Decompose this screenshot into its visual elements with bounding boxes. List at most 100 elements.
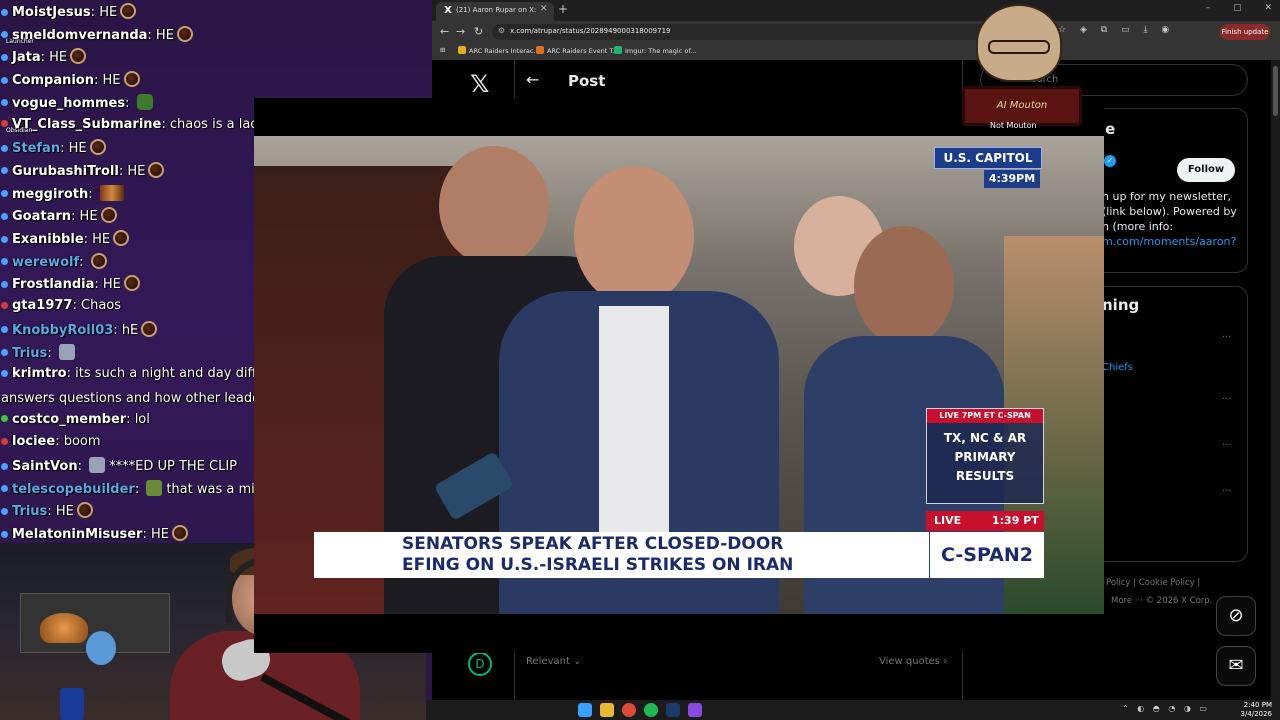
- clock[interactable]: 2:40 PM 3/4/2026: [1241, 701, 1272, 719]
- grok-icon[interactable]: ⊘: [1216, 596, 1256, 636]
- chat-username[interactable]: meggiroth: [12, 187, 88, 202]
- bio-line-3: n (more info:: [1102, 220, 1174, 233]
- tray-icon[interactable]: ◓: [1153, 704, 1160, 713]
- chat-username[interactable]: Jata: [12, 50, 41, 65]
- live-time: 1:39 PT: [992, 514, 1039, 527]
- relevant-sort-dropdown[interactable]: Relevant ⌄: [526, 656, 581, 667]
- chat-separator: :: [77, 459, 87, 474]
- puzzle-icon[interactable]: ⧉: [1101, 25, 1107, 35]
- bookmark-3[interactable]: Imgur: The magic of...: [614, 46, 696, 55]
- x-logo-icon[interactable]: 𝕏: [470, 70, 489, 98]
- close-tab-icon[interactable]: ✕: [540, 4, 548, 14]
- chat-username[interactable]: gta1977: [12, 298, 72, 313]
- chat-username[interactable]: Stefan: [12, 141, 60, 156]
- trend-more-icon[interactable]: ···: [1222, 440, 1232, 451]
- bio-line-1: n up for my newsletter,: [1102, 190, 1231, 203]
- trend-more-icon[interactable]: ···: [1222, 394, 1232, 405]
- profile-icon[interactable]: ◉: [1161, 25, 1169, 35]
- chat-username[interactable]: GurubashiTroll: [12, 164, 119, 179]
- tab-title: (21) Aaron Rupar on X: "RA: [456, 6, 536, 14]
- chat-username[interactable]: Companion: [12, 73, 94, 88]
- volume-icon[interactable]: ◑: [1184, 704, 1191, 713]
- file-explorer-icon[interactable]: [600, 703, 614, 717]
- minimize-button[interactable]: –: [1206, 3, 1211, 13]
- desktop-icon-obsidian-label[interactable]: Obsidian: [6, 127, 32, 134]
- chrome-icon[interactable]: [622, 703, 636, 717]
- bookmark-1[interactable]: ARC Raiders Interac...: [458, 46, 540, 55]
- chat-username[interactable]: lociee: [12, 434, 55, 449]
- tray-icon[interactable]: ⌃: [1122, 704, 1129, 713]
- chat-username[interactable]: SaintVon: [12, 459, 78, 474]
- maximize-button[interactable]: ▢: [1233, 3, 1242, 13]
- chat-message: Companion: HE: [0, 71, 140, 89]
- chat-text: HE: [127, 163, 146, 179]
- footer-links[interactable]: Policy | Cookie Policy |: [1106, 578, 1200, 588]
- chat-username[interactable]: krimtro: [12, 366, 67, 381]
- bio-link[interactable]: m.com/moments/aaron?: [1102, 235, 1236, 248]
- chat-username[interactable]: VT_Class_Submarine: [12, 117, 161, 132]
- reload-icon[interactable]: ↻: [474, 25, 483, 38]
- chat-username[interactable]: Exanibble: [12, 232, 84, 247]
- new-tab-button[interactable]: +: [558, 2, 568, 16]
- chat-username[interactable]: MelatoninMisuser: [12, 527, 142, 542]
- chat-separator: :: [147, 27, 156, 43]
- wifi-icon[interactable]: ◔: [1168, 704, 1175, 713]
- chat-username[interactable]: MoistJesus: [12, 5, 91, 20]
- chat-message: vogue_hommes:: [0, 93, 153, 112]
- chat-username[interactable]: Trius: [12, 504, 47, 519]
- obsidian-icon[interactable]: [688, 703, 702, 717]
- spotify-icon[interactable]: [644, 703, 658, 717]
- finish-update-button[interactable]: Finish update: [1220, 24, 1270, 40]
- video-player[interactable]: U.S. CAPITOL 4:39PM LIVE 7PM ET C-SPAN T…: [254, 98, 1104, 653]
- back-nav-icon[interactable]: ←: [440, 25, 449, 38]
- battery-icon[interactable]: ▭: [1199, 704, 1207, 713]
- apps-grid-icon[interactable]: ⊞: [440, 46, 445, 54]
- download-icon[interactable]: ⤓: [1143, 25, 1147, 35]
- messages-icon[interactable]: ✉: [1216, 646, 1256, 686]
- promo-header: LIVE 7PM ET C-SPAN: [927, 409, 1043, 423]
- chat-message: Trius: HE: [0, 502, 93, 520]
- tray-icon[interactable]: ◐: [1137, 704, 1144, 713]
- bookmark-2[interactable]: ARC Raiders Event T...: [536, 46, 619, 55]
- chat-message: gta1977: Chaos: [0, 298, 121, 314]
- chat-username[interactable]: Goatarn: [12, 209, 71, 224]
- follow-button[interactable]: Follow: [1177, 158, 1235, 182]
- steam-icon[interactable]: [666, 703, 680, 717]
- scroll-thumb[interactable]: [1273, 66, 1278, 116]
- clock-time: 2:40 PM: [1243, 701, 1272, 709]
- sidebar-icon[interactable]: ▭: [1121, 25, 1130, 35]
- trend-more-icon[interactable]: ···: [1222, 486, 1232, 497]
- chat-separator: :: [72, 298, 81, 314]
- scrollbar[interactable]: [1271, 60, 1280, 700]
- chat-username[interactable]: Trius: [12, 346, 47, 361]
- chat-username[interactable]: Frostlandia: [12, 277, 94, 292]
- start-icon[interactable]: [578, 703, 592, 717]
- chat-separator: :: [71, 209, 80, 225]
- chat-text: HE: [92, 232, 111, 247]
- chat-badge-icon: [1, 99, 8, 107]
- chat-badge-icon: [1, 485, 8, 493]
- chat-badge-icon: [1, 507, 8, 515]
- chat-username[interactable]: costco_member: [12, 412, 126, 427]
- chat-badge-icon: [1, 369, 8, 377]
- chat-username[interactable]: KnobbyRoll03: [12, 323, 113, 338]
- trend-chiefs-link[interactable]: Chiefs: [1102, 362, 1133, 373]
- view-quotes-link[interactable]: View quotes ›: [879, 656, 947, 667]
- back-arrow-icon[interactable]: ←: [526, 70, 539, 89]
- chat-username[interactable]: werewolf: [12, 255, 79, 270]
- chat-badge-icon: [1, 462, 8, 470]
- video-frame[interactable]: U.S. CAPITOL 4:39PM LIVE 7PM ET C-SPAN T…: [254, 136, 1104, 614]
- chat-username[interactable]: vogue_hommes: [12, 96, 125, 111]
- desktop-icon-launcher-label[interactable]: Launcher: [6, 38, 34, 45]
- forward-nav-icon[interactable]: →: [456, 25, 465, 38]
- trend-more-icon[interactable]: ···: [1222, 332, 1232, 343]
- relevant-label: Relevant: [526, 656, 570, 667]
- site-info-icon[interactable]: ⚙: [498, 26, 505, 35]
- chat-message: SaintVon: ****ED UP THE CLIP: [0, 457, 237, 475]
- close-window-button[interactable]: ✕: [1264, 3, 1272, 13]
- browser-tab[interactable]: X (21) Aaron Rupar on X: "RA ✕: [436, 2, 554, 21]
- taskbar: ⌃ ◐ ◓ ◔ ◑ ▭ 2:40 PM 3/4/2026: [426, 700, 1280, 720]
- chat-emote-icon: [100, 207, 117, 224]
- bookmark-1-icon: [458, 46, 466, 54]
- chat-username[interactable]: telescopebuilder: [12, 482, 135, 497]
